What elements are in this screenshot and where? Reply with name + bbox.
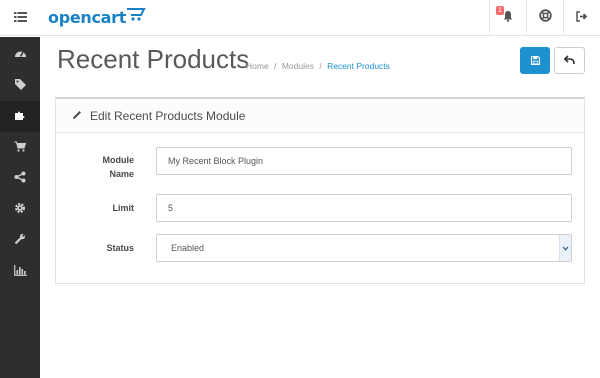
sidebar-item-dashboard[interactable] xyxy=(0,39,40,70)
cog-icon xyxy=(14,201,26,219)
notification-badge: 1 xyxy=(496,6,504,15)
edit-module-panel: Edit Recent Products Module Module Name … xyxy=(55,97,585,284)
breadcrumb-separator: / xyxy=(319,61,322,71)
sidebar-item-system[interactable] xyxy=(0,194,40,225)
shopping-cart-icon xyxy=(14,139,27,157)
breadcrumb-home[interactable]: Home xyxy=(246,61,269,71)
bar-chart-icon xyxy=(13,263,27,281)
header-actions: 1 xyxy=(489,0,600,36)
breadcrumb: Home / Modules / Recent Products xyxy=(246,61,393,71)
wrench-icon xyxy=(14,232,26,250)
sidebar xyxy=(0,37,40,378)
breadcrumb-separator: / xyxy=(274,61,277,71)
status-select[interactable]: Enabled xyxy=(156,234,572,262)
sidebar-item-sales[interactable] xyxy=(0,132,40,163)
save-icon xyxy=(530,52,540,70)
sidebar-item-catalog[interactable] xyxy=(0,70,40,101)
panel-heading: Edit Recent Products Module xyxy=(56,99,584,133)
app-root: opencart 1 Recent Products Home / Module… xyxy=(0,0,600,378)
chevron-down-icon[interactable] xyxy=(559,235,571,261)
cart-logo-icon xyxy=(126,6,146,29)
save-button[interactable] xyxy=(520,47,550,74)
sign-out-icon xyxy=(576,9,588,27)
life-ring-icon xyxy=(538,9,552,27)
module-name-label-line1: Module xyxy=(102,155,135,165)
pencil-icon xyxy=(72,107,82,125)
sidebar-item-extensions[interactable] xyxy=(0,101,40,132)
notifications-button[interactable]: 1 xyxy=(489,0,526,36)
module-name-row: Module Name My Recent Block Plugin xyxy=(56,147,584,179)
puzzle-icon xyxy=(14,108,26,126)
breadcrumb-modules[interactable]: Modules xyxy=(282,61,314,71)
limit-label: Limit xyxy=(112,203,135,213)
logo-text: opencart xyxy=(48,7,127,27)
module-name-label: Module Name xyxy=(56,153,135,181)
status-label: Status xyxy=(106,243,134,253)
menu-icon xyxy=(13,9,27,27)
breadcrumb-current[interactable]: Recent Products xyxy=(327,61,390,71)
limit-row: Limit 5 xyxy=(56,194,584,222)
module-name-label-line2: Name xyxy=(109,169,134,179)
limit-input[interactable]: 5 xyxy=(156,194,572,222)
module-name-input[interactable]: My Recent Block Plugin xyxy=(156,147,572,175)
top-header: opencart 1 xyxy=(0,0,600,36)
opencart-logo[interactable]: opencart xyxy=(48,6,146,28)
menu-toggle-button[interactable] xyxy=(0,0,40,36)
logout-button[interactable] xyxy=(563,0,600,36)
back-button[interactable] xyxy=(554,47,585,74)
dashboard-icon xyxy=(14,46,27,64)
reply-icon xyxy=(563,52,575,70)
help-button[interactable] xyxy=(526,0,563,36)
page-title: Recent Products xyxy=(57,44,250,74)
tags-icon xyxy=(14,77,27,95)
sidebar-item-tools[interactable] xyxy=(0,225,40,256)
sidebar-item-reports[interactable] xyxy=(0,256,40,287)
sidebar-item-marketing[interactable] xyxy=(0,163,40,194)
status-select-value: Enabled xyxy=(171,243,205,253)
panel-title: Edit Recent Products Module xyxy=(90,108,246,123)
status-row: Status Enabled xyxy=(56,234,584,262)
share-icon xyxy=(14,170,26,188)
